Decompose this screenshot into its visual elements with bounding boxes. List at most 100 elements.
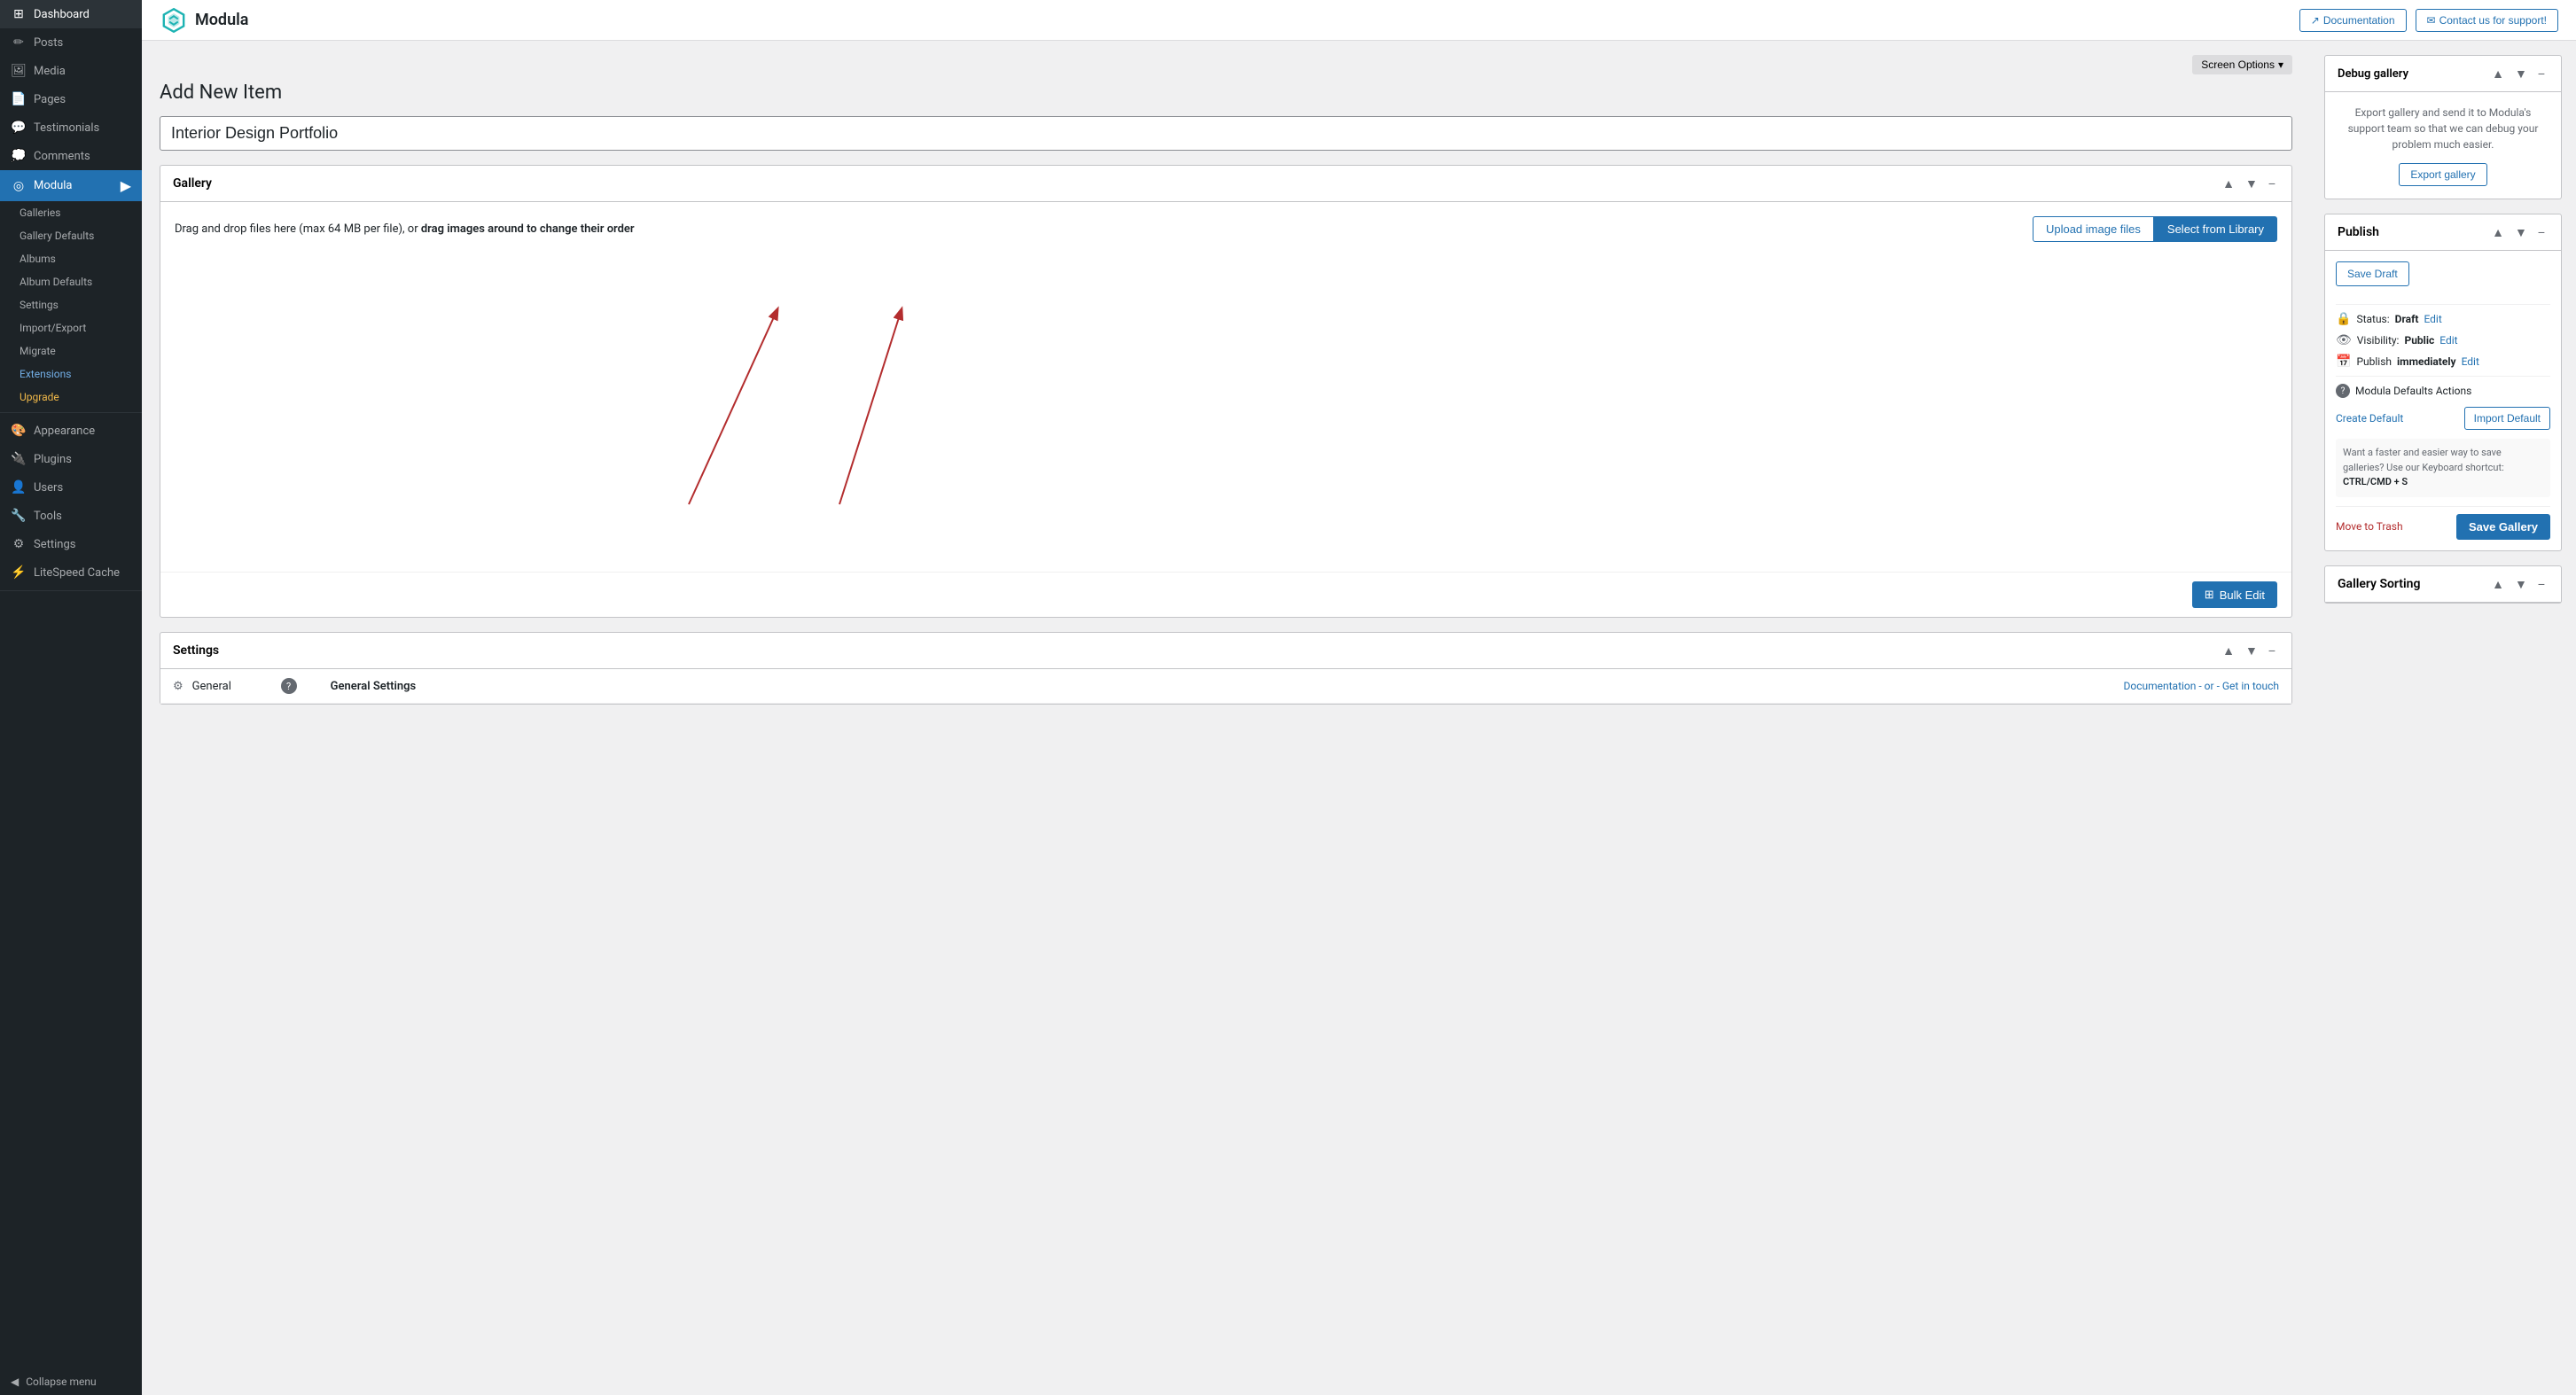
gallery-minimize-button[interactable]: − [2265,175,2279,192]
sidebar-item-users[interactable]: 👤 Users [0,473,142,502]
sidebar-sub-album-defaults[interactable]: Album Defaults [0,270,142,293]
sidebar-label-modula: Modula [34,179,73,192]
sidebar-sub-migrate[interactable]: Migrate [0,339,142,362]
sidebar-item-tools[interactable]: 🔧 Tools [0,502,142,530]
visibility-value: Public [2404,334,2434,347]
visibility-edit-link[interactable]: Edit [2439,334,2457,347]
upload-image-files-button[interactable]: Upload image files [2033,216,2154,242]
documentation-button[interactable]: ↗ Documentation [2299,9,2407,32]
external-link-icon: ↗ [2311,14,2320,27]
sidebar-label-tools: Tools [34,510,62,523]
sidebar-item-litespeed[interactable]: ⚡ LiteSpeed Cache [0,558,142,587]
visibility-label: Visibility: [2357,334,2400,347]
move-to-trash-link[interactable]: Move to Trash [2336,520,2403,533]
gallery-sorting-panel: Gallery Sorting ▲ ▼ − [2324,565,2562,604]
debug-collapse-down-button[interactable]: ▼ [2511,65,2531,82]
publish-date-row: 📅 Publish immediately Edit [2336,355,2550,369]
gallery-sorting-title: Gallery Sorting [2338,577,2420,591]
topbar: Modula ↗ Documentation ✉ Contact us for … [142,0,2576,41]
create-default-link[interactable]: Create Default [2336,412,2403,425]
save-gallery-button[interactable]: Save Gallery [2456,514,2550,540]
sidebar-sub-extensions[interactable]: Extensions [0,362,142,386]
status-edit-link[interactable]: Edit [2424,313,2441,325]
sidebar-sub-import-export[interactable]: Import/Export [0,316,142,339]
testimonials-icon: 💬 [11,121,27,135]
modula-defaults-help-icon: ? [2336,384,2350,398]
sidebar-item-pages[interactable]: 📄 Pages [0,85,142,113]
publish-label: Publish [2356,355,2392,368]
sidebar-item-plugins[interactable]: 🔌 Plugins [0,445,142,473]
publish-minimize-button[interactable]: − [2534,223,2549,241]
gallery-buttons: Upload image files Select from Library [2033,216,2277,242]
sidebar-sub-albums[interactable]: Albums [0,247,142,270]
gallery-panel-header: Gallery ▲ ▼ − [160,166,2291,202]
publish-edit-link[interactable]: Edit [2462,355,2479,368]
calendar-icon: 📅 [2336,355,2351,369]
publish-status-row: 🔒 Status: Draft Edit [2336,312,2550,326]
sidebar-divider [0,412,142,413]
sidebar-item-testimonials[interactable]: 💬 Testimonials [0,113,142,142]
settings-or-text: - or - [2198,680,2221,692]
gallery-title-input[interactable] [160,116,2292,151]
settings-general-label: General Settings [304,680,2124,693]
export-gallery-button[interactable]: Export gallery [2399,163,2486,186]
sidebar-sub-upgrade[interactable]: Upgrade [0,386,142,409]
appearance-icon: 🎨 [11,424,27,438]
settings-panel-controls: ▲ ▼ − [2219,642,2279,659]
select-from-library-button[interactable]: Select from Library [2154,216,2277,242]
page-title: Add New Item [160,82,2292,104]
defaults-actions: Create Default Import Default [2336,407,2550,430]
sidebar-label-dashboard: Dashboard [34,8,90,21]
publish-panel: Publish ▲ ▼ − Save Draft 🔒 Status: Draft [2324,214,2562,551]
topbar-logo-text: Modula [195,11,248,29]
sidebar-sub-settings[interactable]: Settings [0,293,142,316]
sidebar-item-appearance[interactable]: 🎨 Appearance [0,417,142,445]
debug-minimize-button[interactable]: − [2534,65,2549,82]
gallery-sorting-controls: ▲ ▼ − [2488,575,2549,593]
sidebar-item-comments[interactable]: 💭 Comments [0,142,142,170]
publish-panel-controls: ▲ ▼ − [2488,223,2549,241]
sidebar-item-dashboard[interactable]: ⊞ Dashboard [0,0,142,28]
support-button[interactable]: ✉ Contact us for support! [2416,9,2558,32]
sidebar-label-plugins: Plugins [34,453,72,466]
publish-panel-title: Publish [2338,225,2379,239]
modula-defaults-label: Modula Defaults Actions [2355,385,2471,397]
settings-minimize-button[interactable]: − [2265,642,2279,659]
settings-get-in-touch-link[interactable]: Get in touch [2222,680,2279,692]
bulk-edit-button[interactable]: ⊞ Bulk Edit [2192,581,2277,608]
sorting-collapse-down-button[interactable]: ▼ [2511,575,2531,593]
gallery-panel-controls: ▲ ▼ − [2219,175,2279,192]
import-default-button[interactable]: Import Default [2464,407,2550,430]
settings-doc-link[interactable]: Documentation [2124,680,2197,692]
gallery-top-bar: Drag and drop files here (max 64 MB per … [175,216,2277,242]
gallery-collapse-down-button[interactable]: ▼ [2242,175,2261,192]
gallery-panel: Gallery ▲ ▼ − Drag and drop files here (… [160,165,2292,618]
sidebar-sub-galleries[interactable]: Galleries [0,201,142,224]
sorting-minimize-button[interactable]: − [2534,575,2549,593]
collapse-icon: ◀ [11,1376,19,1388]
screen-options-bar: Screen Options ▾ [160,55,2292,74]
sidebar-item-posts[interactable]: ✏ Posts [0,28,142,57]
page-content: Screen Options ▾ Add New Item Gallery ▲ … [142,41,2310,1395]
publish-collapse-up-button[interactable]: ▲ [2488,223,2508,241]
collapse-menu-item[interactable]: ◀ Collapse menu [0,1368,142,1395]
publish-collapse-down-button[interactable]: ▼ [2511,223,2531,241]
settings-collapse-up-button[interactable]: ▲ [2219,642,2238,659]
debug-panel-header: Debug gallery ▲ ▼ − [2325,56,2561,92]
gallery-collapse-up-button[interactable]: ▲ [2219,175,2238,192]
sidebar-item-modula[interactable]: ◎ Modula ▶ [0,170,142,201]
save-draft-button[interactable]: Save Draft [2336,261,2409,286]
users-icon: 👤 [11,480,27,495]
sidebar-item-settings-bottom[interactable]: ⚙ Settings [0,530,142,558]
sorting-collapse-up-button[interactable]: ▲ [2488,575,2508,593]
sidebar-sub-gallery-defaults[interactable]: Gallery Defaults [0,224,142,247]
publish-visibility-row: 👁 Visibility: Public Edit [2336,333,2550,347]
modula-arrow-icon: ▶ [121,177,131,194]
screen-options-button[interactable]: Screen Options ▾ [2192,55,2292,74]
sidebar-item-media[interactable]: 🖼 Media [0,57,142,85]
sidebar-label-posts: Posts [34,36,63,50]
bulk-edit-icon: ⊞ [2205,588,2214,602]
publish-actions: Move to Trash Save Gallery [2336,514,2550,540]
debug-collapse-up-button[interactable]: ▲ [2488,65,2508,82]
settings-collapse-down-button[interactable]: ▼ [2242,642,2261,659]
